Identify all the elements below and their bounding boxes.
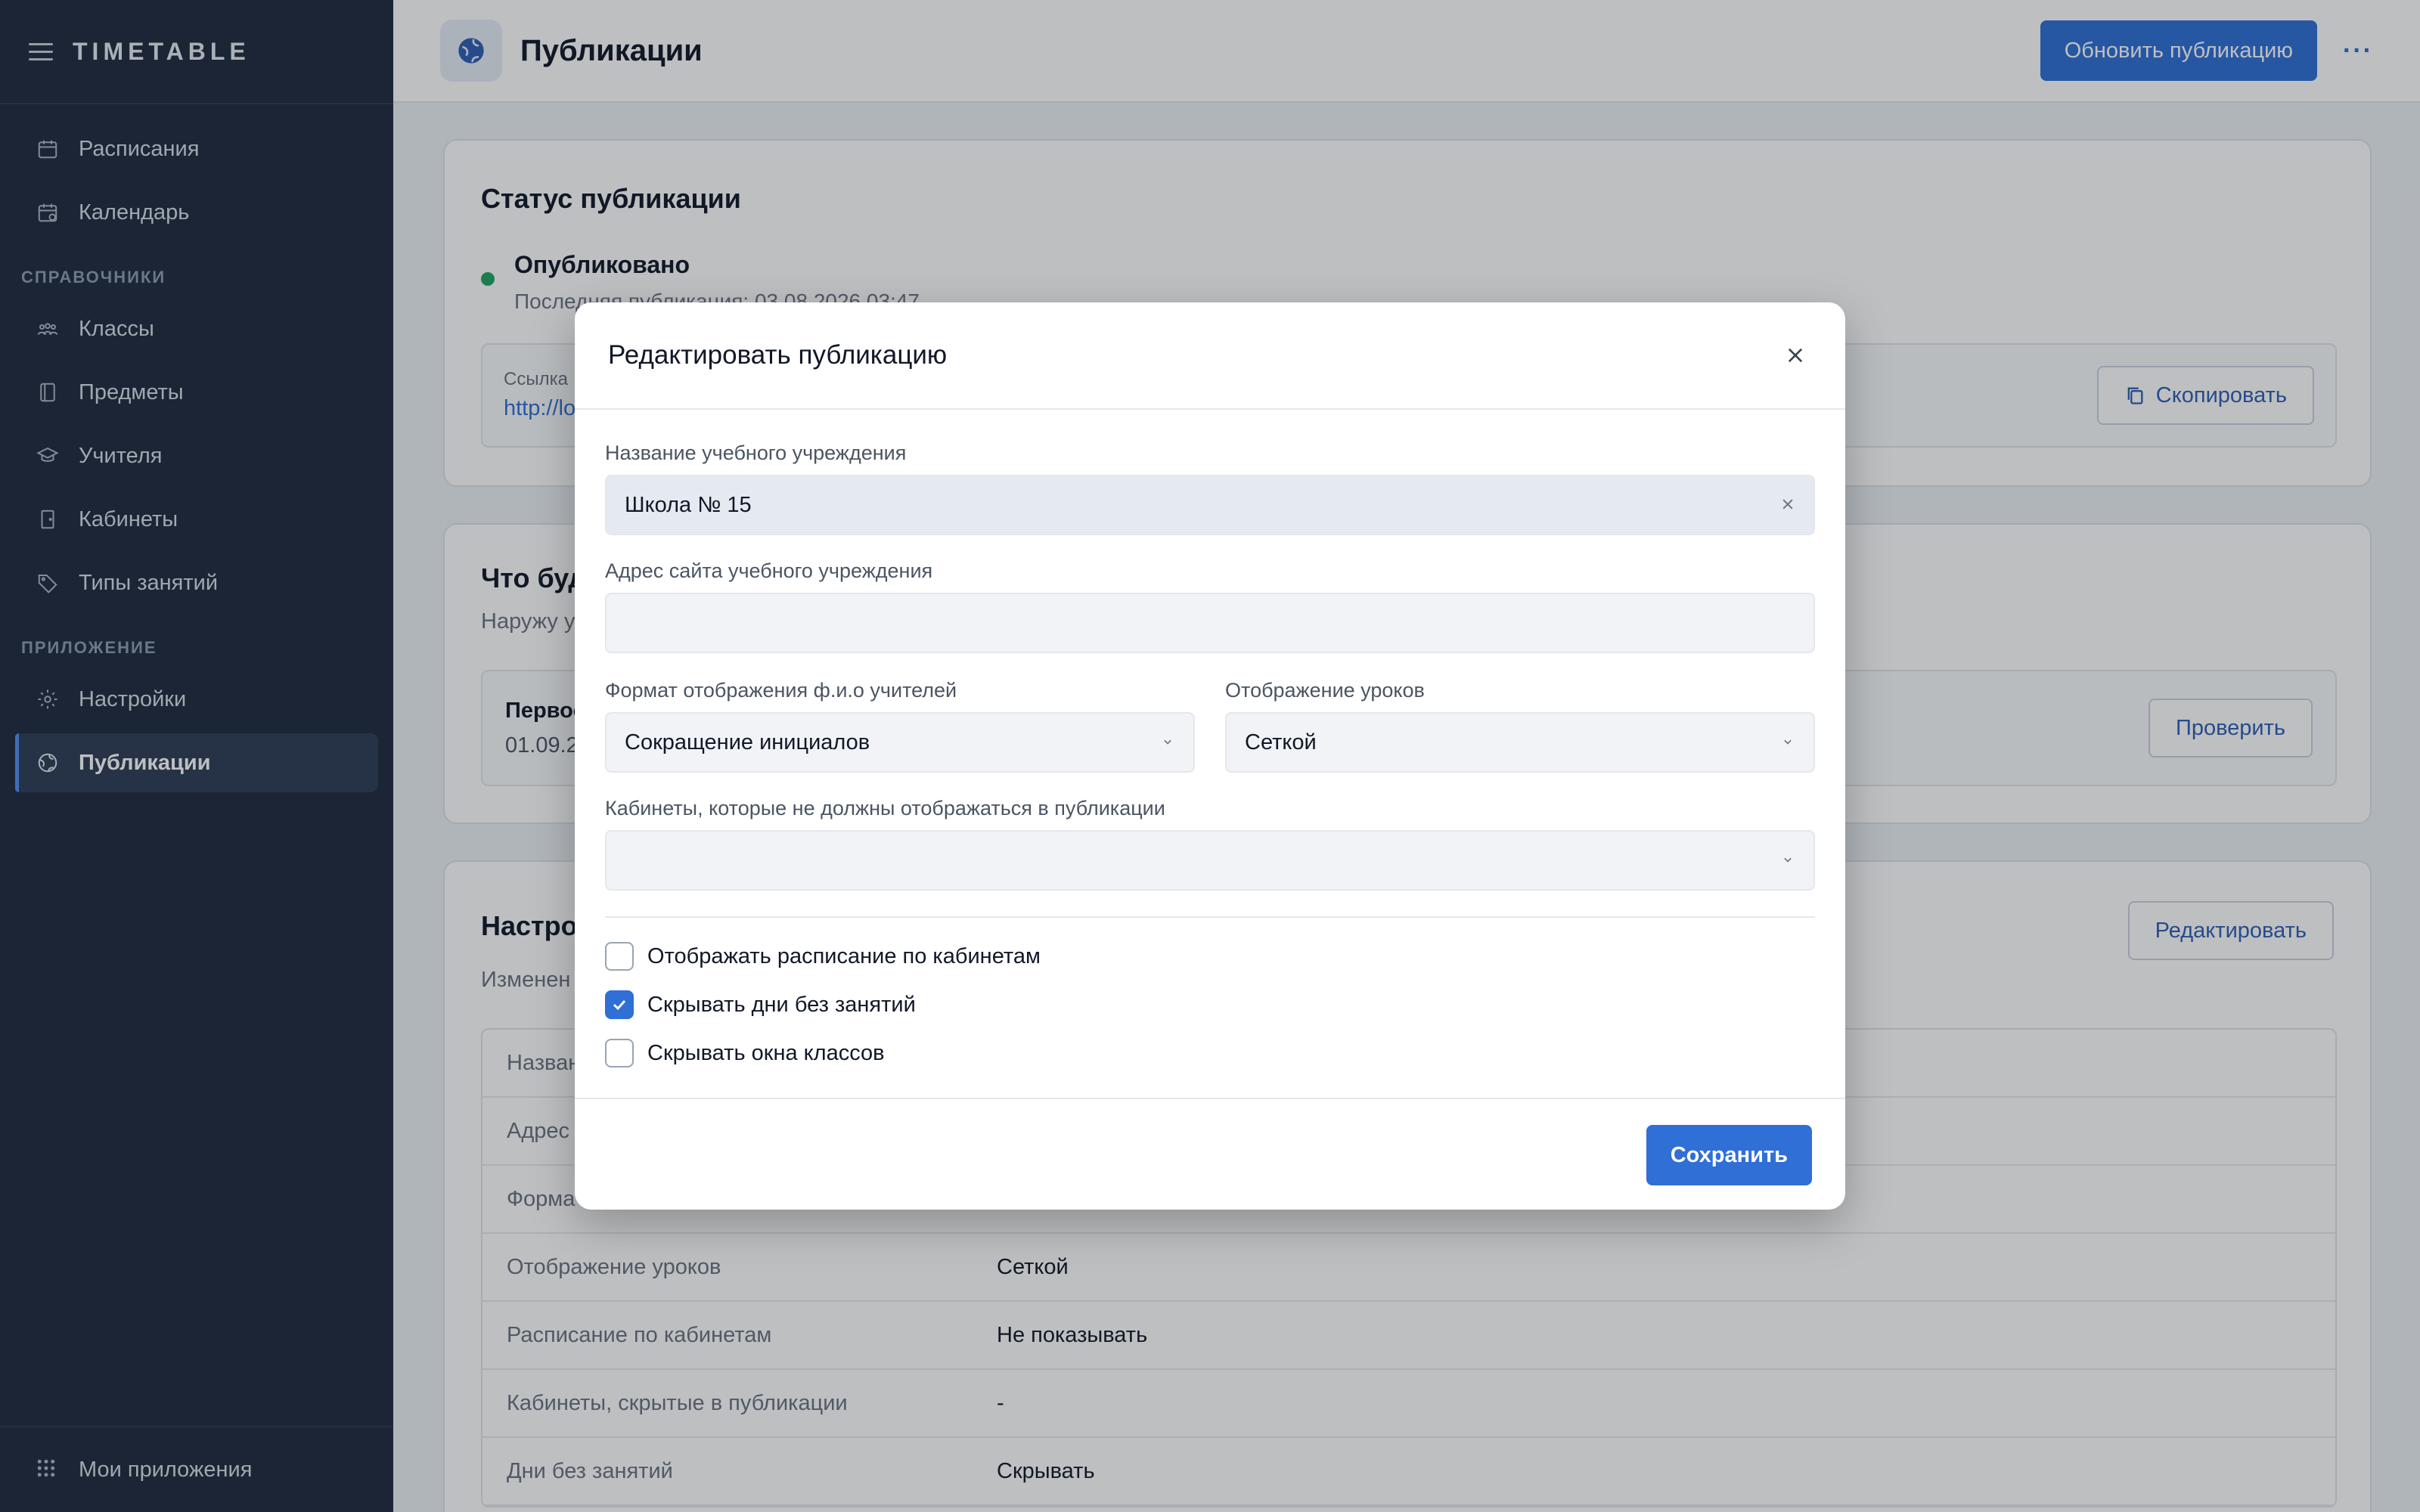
modal-footer: Сохранить: [575, 1098, 1845, 1210]
divider: [605, 916, 1815, 918]
checkbox-label: Скрывать дни без занятий: [647, 992, 916, 1017]
site-label: Адрес сайта учебного учреждения: [605, 559, 933, 582]
close-icon[interactable]: [1779, 339, 1812, 372]
checkbox-label: Скрывать окна классов: [647, 1040, 885, 1065]
checkmark-icon: [613, 999, 626, 1011]
checkbox-row-hide-empty-days[interactable]: Скрывать дни без занятий: [605, 990, 916, 1019]
checkbox-hide-class-gaps[interactable]: [605, 1039, 634, 1067]
lessons-display-value: Сеткой: [1245, 730, 1317, 754]
checkbox-label: Отображать расписание по кабинетам: [647, 943, 1041, 968]
checkbox-hide-empty-days[interactable]: [605, 990, 634, 1019]
chevron-down-icon: [1780, 730, 1795, 755]
institution-name-input[interactable]: Школа № 15: [605, 475, 1815, 535]
checkbox-row-rooms-schedule[interactable]: Отображать расписание по кабинетам: [605, 942, 1041, 971]
name-label: Название учебного учреждения: [605, 442, 907, 464]
checkbox-row-hide-class-gaps[interactable]: Скрывать окна классов: [605, 1039, 885, 1067]
lessons-display-select[interactable]: Сеткой: [1225, 712, 1815, 773]
save-button[interactable]: Сохранить: [1646, 1125, 1812, 1185]
teacher-format-value: Сокращение инициалов: [625, 730, 870, 754]
chevron-down-icon: [1160, 730, 1175, 755]
teacher-format-label: Формат отображения ф.и.о учителей: [605, 679, 957, 702]
edit-publication-modal: Редактировать публикацию Название учебно…: [575, 302, 1845, 1210]
chevron-down-icon: [1780, 848, 1795, 873]
institution-site-input[interactable]: [605, 593, 1815, 653]
lessons-label: Отображение уроков: [1225, 679, 1425, 702]
teacher-format-select[interactable]: Сокращение инициалов: [605, 712, 1195, 773]
institution-name-value: Школа № 15: [625, 492, 752, 517]
modal-header: Редактировать публикацию: [575, 302, 1845, 410]
clear-icon[interactable]: [1780, 493, 1795, 518]
modal-title: Редактировать публикацию: [608, 340, 948, 370]
checkbox-rooms-schedule[interactable]: [605, 942, 634, 971]
hidden-rooms-select[interactable]: [605, 830, 1815, 891]
rooms-label: Кабинеты, которые не должны отображаться…: [605, 797, 1165, 820]
